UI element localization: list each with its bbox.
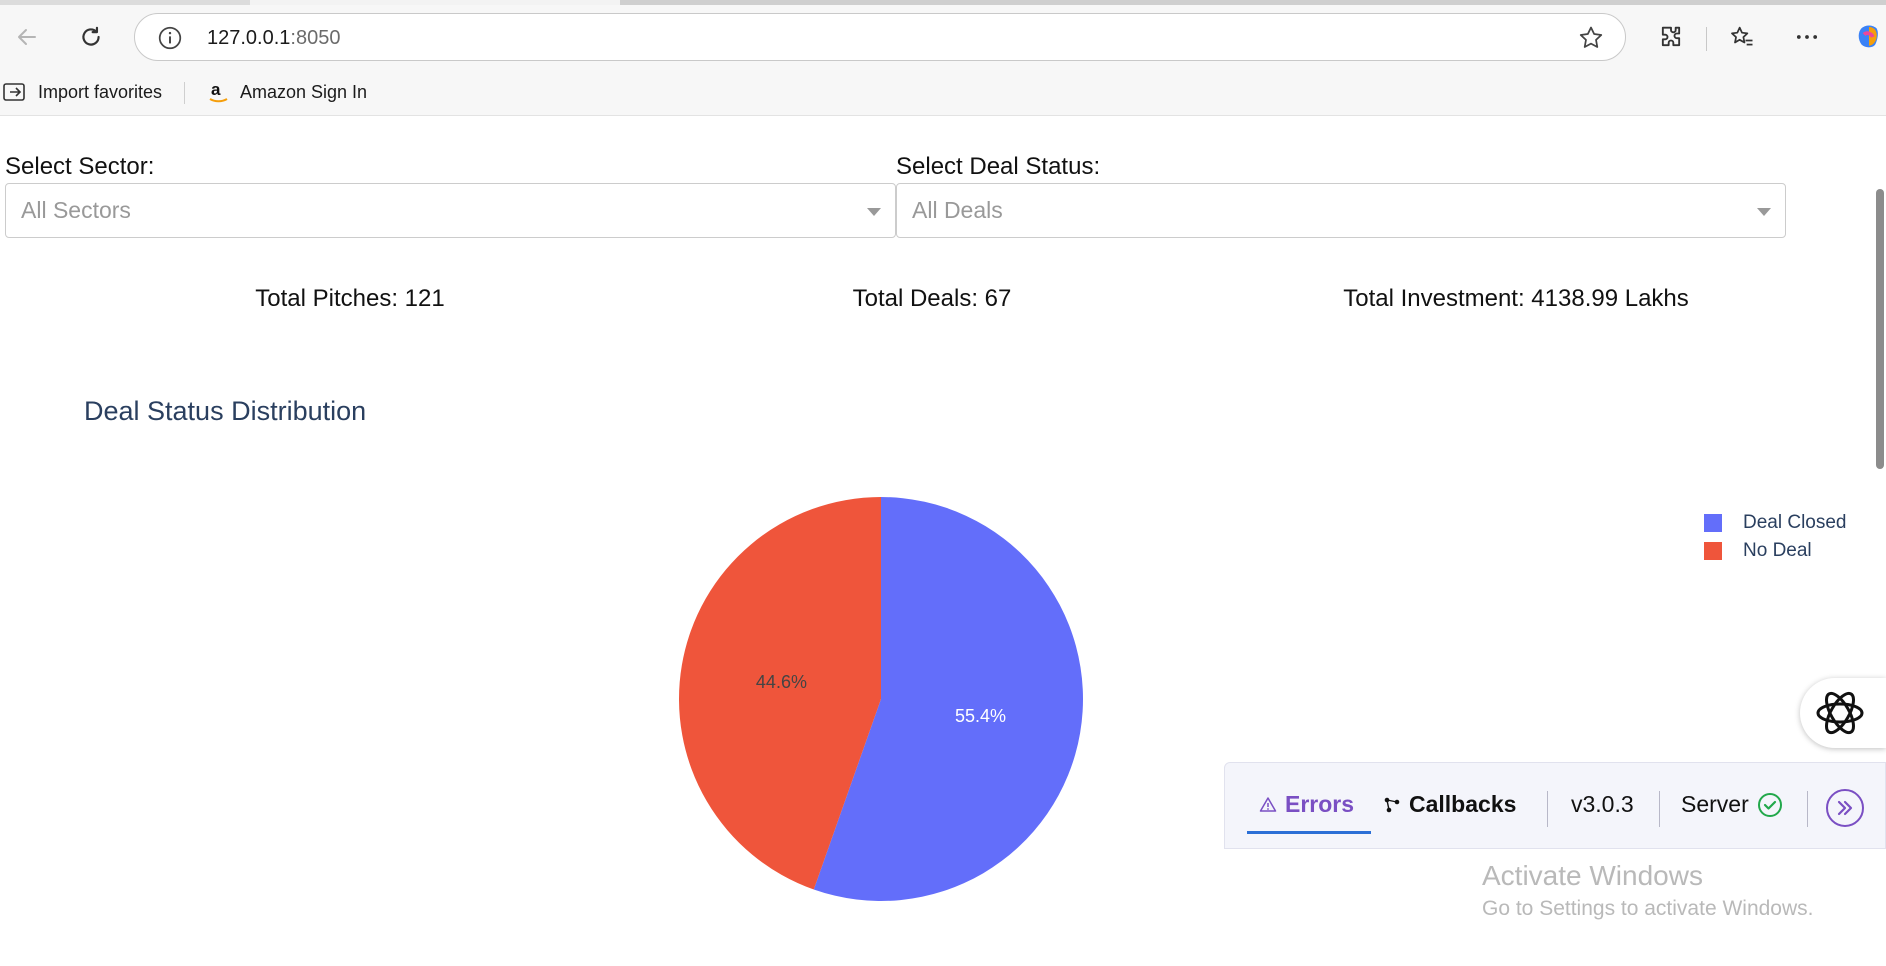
legend-item-deal-closed[interactable]: Deal Closed xyxy=(1704,509,1847,537)
double-chevron-right-icon xyxy=(1837,800,1853,816)
amazon-icon: a xyxy=(209,80,228,103)
svg-text:a: a xyxy=(211,80,221,99)
favorite-import-label: Import favorites xyxy=(38,81,163,102)
favorites-bar: Import favorites a Amazon Sign In xyxy=(0,68,1886,116)
errors-label: Errors xyxy=(1285,791,1355,817)
errors-tab[interactable]: Errors xyxy=(1259,791,1354,818)
favorite-amazon-label: Amazon Sign In xyxy=(240,81,368,102)
server-label: Server xyxy=(1681,791,1749,817)
legend-item-no-deal[interactable]: No Deal xyxy=(1704,537,1847,565)
extensions-icon[interactable] xyxy=(1654,20,1688,54)
favorite-import[interactable]: Import favorites xyxy=(2,80,162,104)
more-menu-icon[interactable] xyxy=(1790,20,1824,54)
browser-toolbar: 127.0.0.1:8050 xyxy=(0,5,1886,68)
legend-swatch-deal-closed xyxy=(1704,514,1722,532)
address-bar[interactable]: 127.0.0.1:8050 xyxy=(134,13,1626,61)
debug-divider xyxy=(1807,791,1808,827)
copilot-icon[interactable] xyxy=(1852,20,1886,54)
pie-label-deal-closed: 55.4% xyxy=(955,706,1006,726)
legend-swatch-no-deal xyxy=(1704,542,1722,560)
back-arrow-icon xyxy=(18,29,36,45)
debug-divider xyxy=(1547,791,1548,827)
plotly-logo-button[interactable] xyxy=(1800,678,1886,748)
callbacks-label: Callbacks xyxy=(1409,791,1517,817)
callbacks-tab[interactable]: Callbacks xyxy=(1383,791,1516,818)
url-text: 127.0.0.1:8050 xyxy=(207,27,340,50)
server-status: Server xyxy=(1681,791,1783,818)
chart-legend: Deal Closed No Deal xyxy=(1704,509,1847,565)
url-host: 127.0.0.1 xyxy=(207,27,291,49)
reload-icon xyxy=(82,26,100,46)
warning-icon xyxy=(1259,796,1277,812)
activate-windows-title: Activate Windows xyxy=(1482,860,1703,891)
toolbar-divider xyxy=(1706,27,1707,51)
favorites-icon[interactable] xyxy=(1725,20,1759,54)
scrollbar-thumb[interactable] xyxy=(1876,189,1884,469)
reload-button[interactable] xyxy=(74,20,108,54)
debug-divider xyxy=(1659,791,1660,827)
legend-label-no-deal: No Deal xyxy=(1743,540,1812,561)
version-label: v3.0.3 xyxy=(1571,791,1634,817)
pie-label-no-deal: 44.6% xyxy=(756,672,807,692)
back-button[interactable] xyxy=(10,20,44,54)
callbacks-graph-icon xyxy=(1384,797,1400,812)
site-info-icon[interactable] xyxy=(157,25,183,56)
url-port: :8050 xyxy=(290,27,341,49)
import-favorites-icon xyxy=(3,83,25,101)
favorite-amazon[interactable]: a Amazon Sign In xyxy=(208,80,367,104)
favorites-divider xyxy=(184,82,185,104)
check-circle-icon xyxy=(1757,792,1782,817)
favorite-star-icon[interactable] xyxy=(1577,24,1605,57)
legend-label-deal-closed: Deal Closed xyxy=(1743,512,1847,533)
activate-windows-subtitle: Go to Settings to activate Windows. xyxy=(1482,897,1814,920)
dash-debug-menu: Errors Callbacks v3.0.3 Server xyxy=(1224,762,1886,849)
plotly-logo-icon xyxy=(1816,691,1864,735)
errors-tab-underline xyxy=(1247,831,1371,834)
collapse-debug-button[interactable] xyxy=(1826,789,1864,827)
